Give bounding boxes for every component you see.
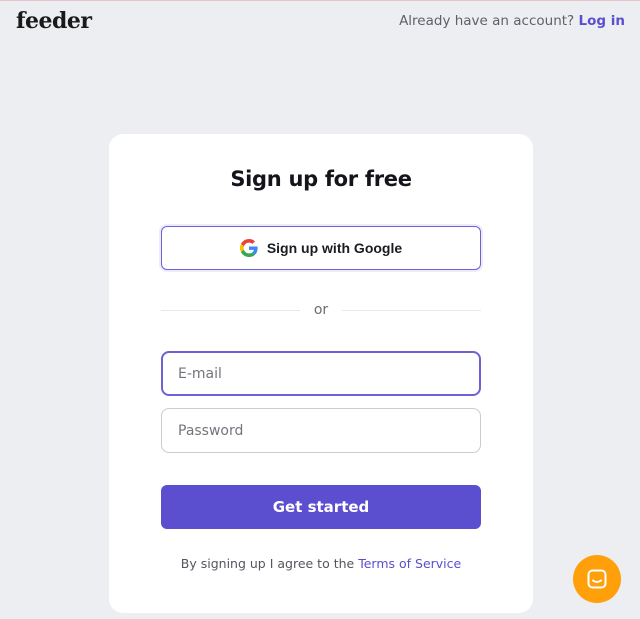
signup-card: Sign up for free Sign up with Google or … [109, 134, 533, 613]
divider-text: or [313, 302, 329, 318]
account-prompt-text: Already have an account? [399, 13, 575, 29]
account-prompt: Already have an account? Log in [399, 13, 625, 29]
terms-of-service-link[interactable]: Terms of Service [358, 556, 461, 571]
page-title: Sign up for free [230, 167, 412, 191]
terms-notice: By signing up I agree to the Terms of Se… [109, 556, 533, 571]
feeder-logo[interactable]: feeder [16, 8, 92, 34]
divider-line-right [342, 309, 482, 311]
divider-line-left [161, 309, 300, 311]
chat-bubble-icon [585, 567, 609, 591]
google-signup-label: Sign up with Google [266, 240, 403, 256]
get-started-button[interactable]: Get started [161, 485, 481, 529]
google-g-icon [239, 239, 258, 257]
or-divider: or [161, 301, 482, 319]
chat-launcher-button[interactable] [573, 555, 621, 603]
password-field[interactable] [161, 408, 481, 453]
terms-prefix: By signing up I agree to the [180, 556, 355, 571]
login-link[interactable]: Log in [579, 13, 625, 29]
email-field[interactable] [161, 351, 481, 396]
google-signup-button[interactable]: Sign up with Google [161, 226, 481, 270]
top-border [0, 0, 640, 1]
